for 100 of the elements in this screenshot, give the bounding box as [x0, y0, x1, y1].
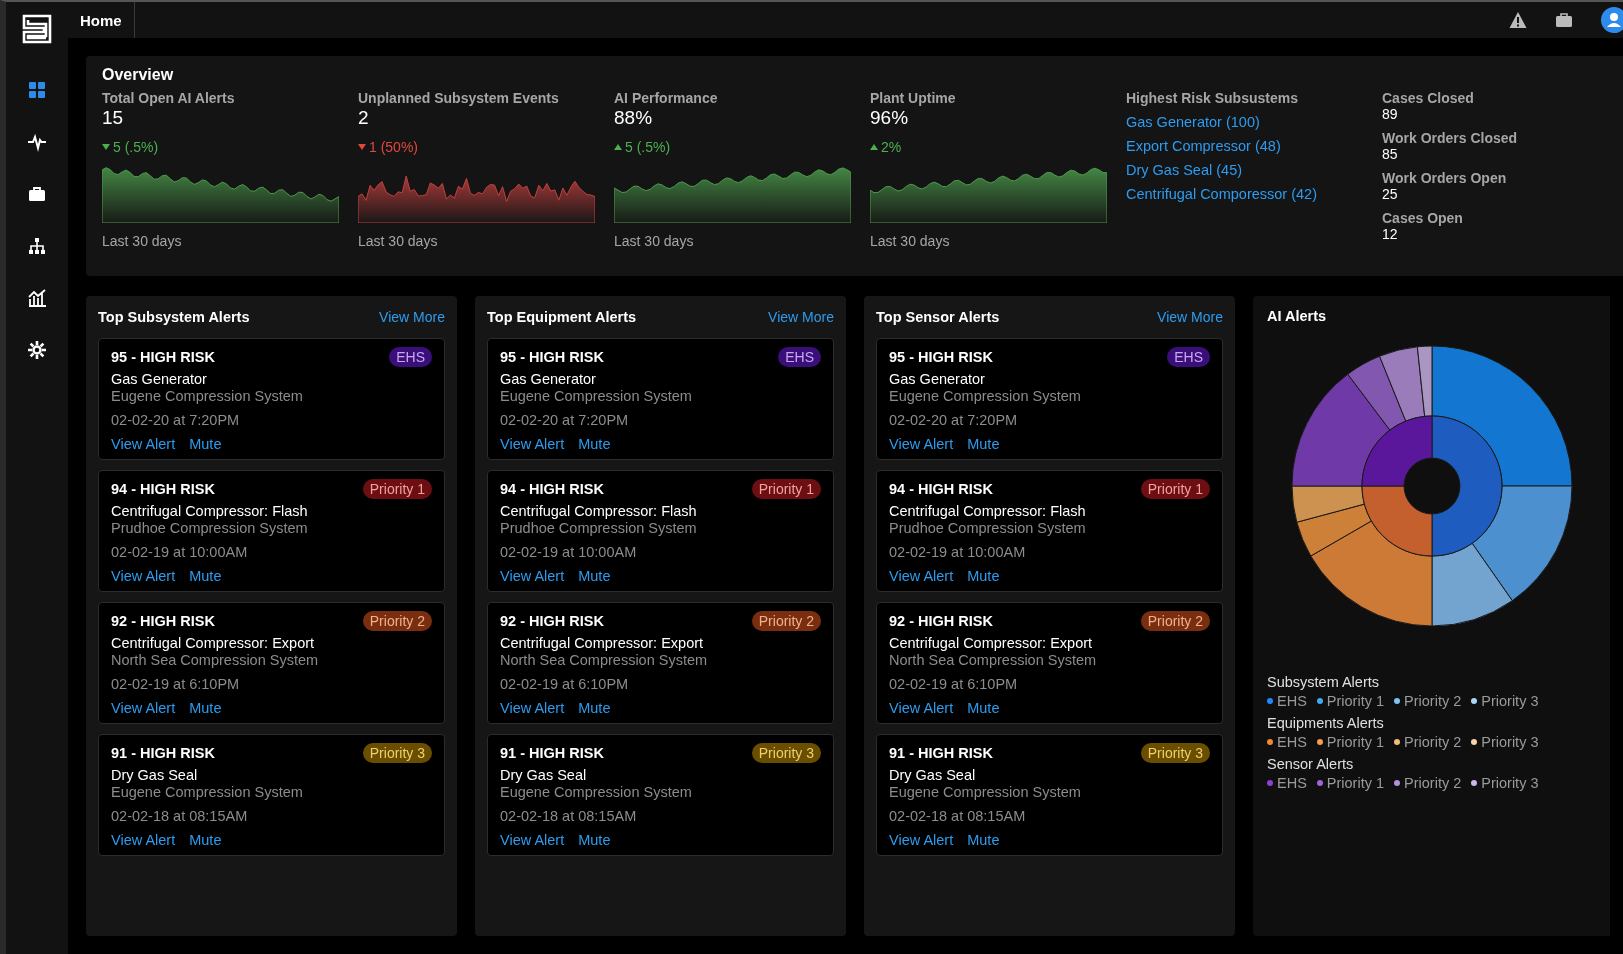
- metric-value: 88%: [614, 107, 654, 129]
- alert-action-link[interactable]: View Alert: [500, 436, 565, 452]
- chart-icon[interactable]: [26, 287, 48, 309]
- metric-label: Total Open AI Alerts: [102, 90, 236, 106]
- alert-time: 02-02-19 at 10:00AM: [889, 544, 1027, 560]
- metric-change: 2%: [881, 139, 902, 155]
- priority-badge: Priority 3: [751, 743, 821, 763]
- alert-title: Centrifugal Compressor: Flash: [111, 503, 309, 519]
- alert-title: Gas Generator: [889, 371, 986, 387]
- alert-action-link[interactable]: Mute: [578, 568, 611, 584]
- period-label: Last 30 days: [870, 233, 951, 249]
- alert-action-link[interactable]: Mute: [967, 568, 1000, 584]
- legend-label: Priority 3: [1481, 734, 1539, 750]
- view-more-link[interactable]: View More: [1157, 309, 1223, 325]
- alert-action-link[interactable]: Mute: [189, 832, 222, 848]
- legend-label: Priority 3: [1481, 693, 1539, 709]
- alert-action-link[interactable]: Mute: [578, 700, 611, 716]
- count-label: Cases Open: [1382, 210, 1464, 226]
- panel-title: Top Equipment Alerts: [487, 309, 637, 325]
- alert-action-link[interactable]: View Alert: [889, 436, 954, 452]
- alert-action-link[interactable]: Mute: [578, 436, 611, 452]
- metric-label: AI Performance: [614, 90, 719, 106]
- period-label: Last 30 days: [358, 233, 439, 249]
- metric-change: 5 (.5%): [113, 139, 159, 155]
- metric-value: 2: [358, 107, 370, 129]
- alert-action-link[interactable]: View Alert: [500, 568, 565, 584]
- legend-label: Priority 3: [1481, 775, 1539, 791]
- risk-score: 94 - HIGH RISK: [889, 481, 993, 497]
- dashboard-icon[interactable]: [26, 79, 48, 101]
- system-name: Eugene Compression System: [889, 388, 1082, 404]
- logo-icon[interactable]: [22, 14, 52, 44]
- alert-action-link[interactable]: View Alert: [889, 832, 954, 848]
- risk-score: 91 - HIGH RISK: [500, 745, 604, 761]
- alert-time: 02-02-20 at 7:20PM: [111, 412, 241, 428]
- warning-icon[interactable]: [1509, 11, 1527, 29]
- priority-badge: Priority 2: [362, 611, 432, 631]
- legend-title: Equipments Alerts: [1267, 715, 1385, 731]
- alert-action-link[interactable]: View Alert: [111, 436, 176, 452]
- hierarchy-icon[interactable]: [26, 235, 48, 257]
- alert-time: 02-02-18 at 08:15AM: [889, 808, 1027, 824]
- metric-label: Unplanned Subsystem Events: [358, 90, 560, 106]
- legend-label: Priority 1: [1326, 734, 1385, 750]
- system-name: North Sea Compression System: [889, 652, 1098, 668]
- risk-score: 91 - HIGH RISK: [111, 745, 215, 761]
- subsystem-link[interactable]: Gas Generator (100): [1126, 114, 1260, 130]
- alert-action-link[interactable]: View Alert: [889, 568, 954, 584]
- alert-time: 02-02-19 at 10:00AM: [111, 544, 249, 560]
- subsystem-link[interactable]: Dry Gas Seal (45): [1126, 162, 1243, 178]
- priority-badge: Priority 1: [751, 479, 821, 499]
- section-label: Highest Risk Subsustems: [1126, 90, 1298, 106]
- view-more-link[interactable]: View More: [379, 309, 445, 325]
- alert-time: 02-02-19 at 6:10PM: [111, 676, 241, 692]
- legend-label: Priority 2: [1404, 693, 1462, 709]
- alert-action-link[interactable]: Mute: [189, 700, 222, 716]
- system-name: Eugene Compression System: [500, 784, 693, 800]
- count-label: Work Orders Closed: [1382, 130, 1519, 146]
- alert-time: 02-02-20 at 7:20PM: [889, 412, 1019, 428]
- alert-action-link[interactable]: View Alert: [111, 700, 176, 716]
- alert-action-link[interactable]: View Alert: [111, 832, 176, 848]
- view-more-link[interactable]: View More: [768, 309, 834, 325]
- alert-action-link[interactable]: Mute: [967, 436, 1000, 452]
- legend-label: EHS: [1277, 734, 1307, 750]
- alert-action-link[interactable]: Mute: [967, 832, 1000, 848]
- priority-badge: Priority 1: [362, 479, 432, 499]
- alert-action-link[interactable]: View Alert: [500, 700, 565, 716]
- panel-title: Top Subsystem Alerts: [98, 309, 250, 325]
- panel-title: AI Alerts: [1267, 308, 1328, 324]
- home-tab[interactable]: Home: [68, 2, 135, 38]
- alert-action-link[interactable]: Mute: [189, 436, 222, 452]
- subsystem-link[interactable]: Centrifugal Comporessor (42): [1126, 186, 1317, 202]
- priority-badge: Priority 1: [1140, 479, 1210, 499]
- briefcase-icon[interactable]: [1555, 11, 1573, 29]
- alert-action-link[interactable]: Mute: [189, 568, 222, 584]
- risk-score: 94 - HIGH RISK: [500, 481, 604, 497]
- alert-title: Gas Generator: [500, 371, 597, 387]
- priority-badge: EHS: [1167, 347, 1210, 367]
- legend-label: EHS: [1277, 775, 1307, 791]
- risk-score: 95 - HIGH RISK: [111, 349, 215, 365]
- legend-title: Subsystem Alerts: [1267, 674, 1380, 690]
- system-name: Eugene Compression System: [111, 784, 304, 800]
- alert-action-link[interactable]: View Alert: [889, 700, 954, 716]
- alert-time: 02-02-19 at 6:10PM: [500, 676, 630, 692]
- alert-action-link[interactable]: Mute: [578, 832, 611, 848]
- alert-action-link[interactable]: View Alert: [111, 568, 176, 584]
- system-name: Eugene Compression System: [889, 784, 1082, 800]
- avatar-icon[interactable]: [1601, 7, 1623, 33]
- legend-label: Priority 2: [1404, 734, 1462, 750]
- alert-action-link[interactable]: Mute: [967, 700, 1000, 716]
- alert-time: 02-02-18 at 08:15AM: [500, 808, 638, 824]
- priority-badge: Priority 3: [362, 743, 432, 763]
- alert-title: Centrifugal Compressor: Flash: [500, 503, 698, 519]
- alert-action-link[interactable]: View Alert: [500, 832, 565, 848]
- risk-score: 95 - HIGH RISK: [889, 349, 993, 365]
- alert-time: 02-02-20 at 7:20PM: [500, 412, 630, 428]
- priority-badge: Priority 2: [1140, 611, 1210, 631]
- alert-time: 02-02-19 at 10:00AM: [500, 544, 638, 560]
- risk-score: 94 - HIGH RISK: [111, 481, 215, 497]
- settings-icon[interactable]: [26, 339, 48, 361]
- subsystem-link[interactable]: Export Compressor (48): [1126, 138, 1281, 154]
- legend-label: EHS: [1277, 693, 1307, 709]
